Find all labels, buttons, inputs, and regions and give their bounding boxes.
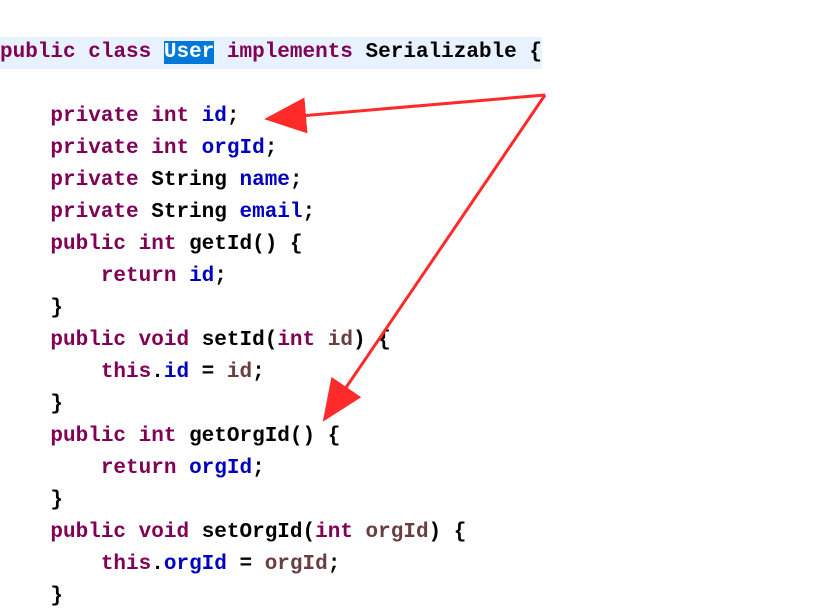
kw-private: private: [50, 201, 138, 224]
ref-id: id: [189, 265, 214, 288]
brace-close: }: [50, 297, 63, 320]
param-orgId: orgId: [366, 521, 429, 544]
brace-close: }: [50, 489, 63, 512]
type-string: String: [151, 201, 227, 224]
method-setId: setId(: [202, 329, 278, 352]
kw-private: private: [50, 137, 138, 160]
kw-implements: implements: [227, 41, 353, 64]
brace-close: }: [50, 585, 63, 608]
kw-int: int: [151, 105, 189, 128]
param-id: id: [328, 329, 353, 352]
field-email: email: [239, 201, 302, 224]
ref-orgId: orgId: [189, 457, 252, 480]
code-block: public class User implements Serializabl…: [0, 0, 834, 613]
serializable: Serializable {: [366, 41, 542, 64]
type-string: String: [151, 169, 227, 192]
kw-public: public: [50, 329, 126, 352]
kw-void: void: [139, 329, 189, 352]
kw-int: int: [277, 329, 315, 352]
field-orgId: orgId: [202, 137, 265, 160]
kw-public: public: [50, 233, 126, 256]
kw-int: int: [315, 521, 353, 544]
class-name-selected: User: [164, 41, 214, 64]
kw-public: public: [50, 521, 126, 544]
method-getId: getId() {: [189, 233, 302, 256]
method-getOrgId: getOrgId() {: [189, 425, 340, 448]
brace-close: }: [50, 393, 63, 416]
kw-return: return: [101, 265, 177, 288]
kw-class: class: [88, 41, 151, 64]
field-id: id: [202, 105, 227, 128]
method-setOrgId: setOrgId(: [202, 521, 315, 544]
field-name: name: [239, 169, 289, 192]
kw-int: int: [139, 233, 177, 256]
kw-private: private: [50, 105, 138, 128]
kw-int: int: [151, 137, 189, 160]
ref-param-orgId: orgId: [265, 553, 328, 576]
kw-this: this: [101, 361, 151, 384]
kw-public: public: [50, 425, 126, 448]
kw-void: void: [139, 521, 189, 544]
kw-this: this: [101, 553, 151, 576]
ref-param-id: id: [227, 361, 252, 384]
kw-int: int: [139, 425, 177, 448]
ref-orgId: orgId: [164, 553, 227, 576]
kw-private: private: [50, 169, 138, 192]
ref-id: id: [164, 361, 189, 384]
kw-return: return: [101, 457, 177, 480]
kw-public: public: [0, 41, 76, 64]
